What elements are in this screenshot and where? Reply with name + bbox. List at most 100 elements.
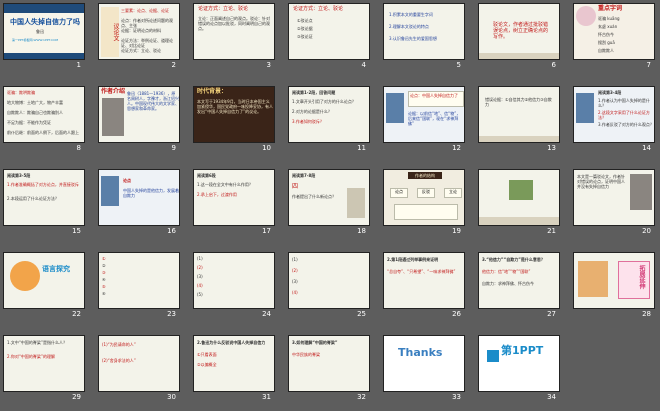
slide-thumbnail[interactable]: 2.第1段通过列举事例来证明 “总自夸”、“只希望”、“一味求神拜佛” 26 [383, 252, 465, 319]
slide-number: 6 [551, 61, 556, 69]
slide-text: 诓骗：欺哄欺骗 [7, 90, 35, 95]
slide-text: ⑤ [102, 284, 106, 289]
slide-text: 3.作者反驳了对方的什么观点？ [598, 122, 654, 127]
slide-thumbnail[interactable]: 论证方式：立论、驳论 立论：正面阐述自己的观点。驳论：针对错误的论点加以批驳，同… [193, 3, 275, 70]
slide-text: ③ [102, 270, 106, 275]
slide-text: 本文是一篇驳论文，作者针对错误的论点，证明中国人并没有失掉自信力 [577, 174, 625, 189]
slide-number: 14 [642, 144, 651, 152]
slide-title: 阅读第7-8段 [292, 173, 316, 178]
slide-thumbnail[interactable]: ① ② ③ ④ ⑤ ⑥ 23 [98, 252, 180, 319]
slide-text: 3.认识鲁迅先生的爱国思想 [389, 36, 437, 41]
slide-thumbnail[interactable]: (1) (2) (3) (4) 25 [288, 252, 370, 319]
slide-text: (2)“舍身求法的人” [102, 358, 136, 363]
slide-thumbnail[interactable]: 1.积累本文的重要生字词 2.理解本文驳论的特点 3.认识鲁迅先生的爱国思想 5 [383, 3, 465, 70]
slide-number: 16 [167, 227, 176, 235]
slide-text: 搜刮 guā [598, 40, 615, 45]
slide-number: 10 [262, 144, 271, 152]
slide-thumbnail[interactable]: 本文是一篇驳论文，作者针对错误的论点，证明中国人并没有失掉自信力 20 [573, 169, 655, 236]
slide-title: 阅读第3-5段 [7, 173, 31, 178]
slide-thumbnail[interactable]: 重点字词 诓骗 kuāng 玄虚 xuán 怀古伤今 搜刮 guā 自欺欺人 7 [573, 3, 655, 70]
slide-thumbnail[interactable]: (1)“为民请命的人” (2)“舍身求法的人” 30 [98, 335, 180, 402]
slide-text: 四 [292, 183, 299, 190]
slide-text: ②驳论据 [297, 26, 313, 31]
slide-number: 23 [167, 310, 176, 318]
slide-text: 1.作者准确概括了对方论点，并直接驳斥 [7, 182, 79, 187]
slide-number: 2 [171, 61, 176, 69]
slide-text: (4) [197, 283, 203, 288]
slide-text: 1.文中“中国的脊梁”是指什么人？ [7, 340, 67, 345]
slide-text: 论证方式：立论、驳论 [121, 48, 161, 53]
slide-thumbnail[interactable]: 阅读第3-5段 1.作者准确概括了对方论点，并直接驳斥 2.本段运用了什么论证方… [3, 169, 85, 236]
slide-badge: Thanks [398, 346, 443, 359]
slide-thumbnail[interactable]: 作者介绍 鲁迅（1881—1936），原名周树人，字豫才，浙江绍兴人。中国现代伟… [98, 86, 180, 153]
slide-text: 1.作者认为中国人失掉的是什么？ [598, 98, 650, 108]
slide-text: 3.作者如何驳斥？ [292, 119, 324, 124]
slide-number: 15 [72, 227, 81, 235]
slide-thumbnail[interactable]: 21 [478, 169, 560, 236]
slide-text: 2.理解本文驳论的特点 [389, 24, 429, 29]
slide-number: 25 [357, 310, 366, 318]
slide-text: “总自夸”、“只希望”、“一味求神拜佛” [387, 269, 456, 274]
slide-text: 论点：中国人失掉自信力了 [410, 93, 458, 98]
slide-thumbnail[interactable]: 作者的结构 论点 反驳 立论 19 [383, 169, 465, 236]
slide-text: 论点：作者对所论述问题的观点、主张 [121, 18, 173, 28]
slide-thumbnail[interactable]: 3.如何理解“中国的脊梁” 中华民族的脊梁 32 [288, 335, 370, 402]
slide-thumbnail[interactable]: 诓骗：欺哄欺骗 地大物博：土地广大，物产丰富 自欺欺人：欺骗自己也欺骗别人 不足… [3, 86, 85, 153]
slide-text: (3) [292, 279, 298, 284]
slide-title: 2.鲁迅为什么反驳说中国人失掉自信力 [197, 340, 266, 345]
slide-title: 作者的结构 [408, 172, 442, 179]
slide-text: (1) [292, 257, 298, 262]
slide-text: 怀古伤今 [598, 32, 614, 37]
slide-text: 错误论据：①自信其力②他信力③自欺力 [485, 97, 552, 107]
slide-thumbnail[interactable]: 议论文 三要素：论点、论据、论证 论点：作者对所论述问题的观点、主张 论据：证明… [98, 3, 180, 70]
slide-text: 他信力：信“地”“物”“国联” [482, 269, 531, 274]
slide-number: 4 [361, 61, 366, 69]
slide-text: (4) [292, 290, 298, 295]
slide-title: 阅读第3-4段 [598, 90, 622, 95]
slide-text: 1.积累本文的重要生字词 [389, 12, 433, 17]
slide-thumbnail[interactable]: 阅读第7-8段 四 作者提出了什么新论点？ 18 [288, 169, 370, 236]
slide-text: ①只看表面 [197, 352, 217, 357]
slide-text: (5) [197, 292, 203, 297]
slide-title: 时代背景： [197, 88, 228, 95]
slide-thumbnail[interactable]: 3.“他信力”“自欺力”是什么意思？ 他信力：信“地”“物”“国联” 自欺力：求… [478, 252, 560, 319]
slide-thumbnail[interactable]: 1.文中“中国的脊梁”是指什么人？ 2.你对“中国的脊梁”的理解 29 [3, 335, 85, 402]
slide-thumbnail[interactable]: 错误论据：①自信其力②他信力③自欺力 13 [478, 86, 560, 153]
slide-label: 议论文 [101, 7, 119, 57]
slide-thumbnail[interactable]: 第1PPT 34 [478, 335, 560, 402]
slide-thumbnail[interactable]: 时代背景： 本文写于1934年9月，当时日本帝国主义加紧侵华，国民党政府一味投降… [193, 86, 275, 153]
slide-badge: 拓展延伸 [638, 265, 645, 289]
slide-author: 鲁迅 [36, 29, 44, 34]
slide-logo: 第1PPT [501, 344, 544, 357]
slide-thumbnail[interactable]: 语言探究 22 [3, 252, 85, 319]
slide-thumbnail[interactable]: 阅读第6段 1.这一段在全文中有什么作用？ 2.承上启下，过渡作用 17 [193, 169, 275, 236]
slide-thumbnail[interactable]: 中国人失掉自信力了吗 鲁迅 第一PPT模板网-WWW.1PPT.COM 1 [3, 3, 85, 70]
slide-number: 1 [76, 61, 81, 69]
slide-text: 论证方法：举例论证、道理论证、对比论证 [121, 38, 173, 48]
slide-thumbnail[interactable]: 驳论文，作者通过批驳错误论点，树立正确论点的写作。 6 [478, 3, 560, 70]
slide-text: 本文写于1934年9月，当时日本帝国主义加紧侵华，国民党政府一味投降妥协，有人发… [197, 99, 273, 114]
slide-thumbnail[interactable]: (1) (2) (3) (4) (5) 24 [193, 252, 275, 319]
slide-number: 26 [452, 310, 461, 318]
slide-number: 19 [452, 227, 461, 235]
slide-text: ① [102, 256, 106, 261]
slide-text: ②以偏概全 [197, 362, 217, 367]
slide-text: 作者提出了什么新论点？ [292, 194, 336, 199]
slide-thumbnail[interactable]: 论点：中国人失掉自信力了 论据：以前信“地”、信“物”，后来信“国联”，现在“求… [383, 86, 465, 153]
slide-number: 33 [452, 393, 461, 401]
slide-thumbnail[interactable]: 论点 中国人失掉的是他信力，发展着自欺力 16 [98, 169, 180, 236]
slide-thumbnail[interactable]: 拓展延伸 28 [573, 252, 655, 319]
slide-number: 24 [262, 310, 271, 318]
slide-text: (1) [197, 256, 203, 261]
slide-thumbnail[interactable]: 阅读第1-2段，回答问题 1.文章开头引用了对方的什么论点？ 2.对方的论据是什… [288, 86, 370, 153]
slide-number: 18 [357, 227, 366, 235]
slide-text: 1.这一段在全文中有什么作用？ [197, 182, 253, 187]
slide-number: 31 [262, 393, 271, 401]
slide-text: ③驳论证 [297, 34, 313, 39]
slide-thumbnail[interactable]: 论证方式：立论、驳论 ①驳论点 ②驳论据 ③驳论证 4 [288, 3, 370, 70]
slide-thumbnail[interactable]: 2.鲁迅为什么反驳说中国人失掉自信力 ①只看表面 ②以偏概全 31 [193, 335, 275, 402]
slide-thumbnail[interactable]: 阅读第3-4段 1.作者认为中国人失掉的是什么？ 2.这段文字采用了什么论证方法… [573, 86, 655, 153]
slide-text: 不足为据：不能作为凭证 [7, 120, 51, 125]
slide-text: 鲁迅（1881—1936），原名周树人，字豫才，浙江绍兴人。中国现代伟大的文学家… [127, 91, 179, 111]
slide-thumbnail[interactable]: Thanks 33 [383, 335, 465, 402]
